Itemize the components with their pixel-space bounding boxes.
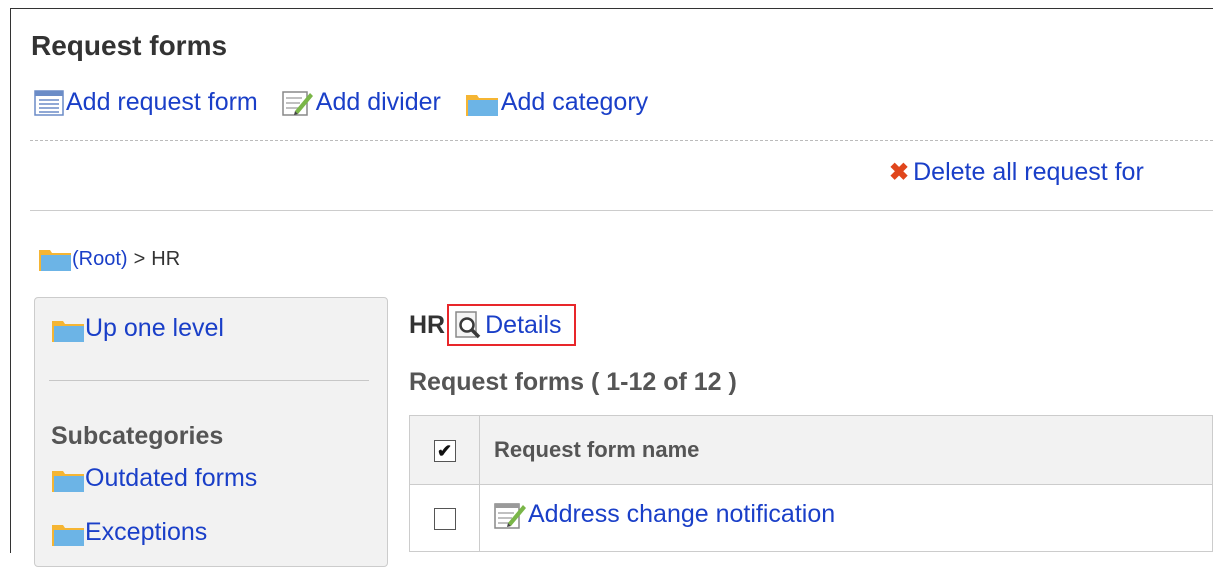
select-all-checkbox[interactable]: ✔ <box>433 440 456 463</box>
table-row: Address change notification <box>409 484 1213 552</box>
details-link[interactable]: Details <box>447 304 576 346</box>
row-checkbox[interactable] <box>433 507 456 530</box>
subcategory-label: Exceptions <box>85 518 208 546</box>
subcategories-heading: Subcategories <box>51 422 224 450</box>
page-title: Request forms <box>31 30 228 61</box>
up-one-level-label: Up one level <box>85 314 224 342</box>
request-forms-table: ✔ Request form name Address change notif… <box>409 415 1213 552</box>
request-form-name-header[interactable]: Request form name <box>479 415 1213 485</box>
add-divider-label: Add divider <box>315 88 441 116</box>
breadcrumb-root-label: (Root) <box>72 247 128 270</box>
sidebar-divider <box>49 380 369 381</box>
request-form-name-cell: Address change notification <box>479 484 1213 552</box>
folder-icon <box>465 94 498 116</box>
breadcrumb-separator: > <box>133 247 146 270</box>
up-one-level-link[interactable]: Up one level <box>51 314 224 343</box>
add-category-label: Add category <box>500 88 649 116</box>
category-heading: HR Details <box>409 304 576 346</box>
folder-icon <box>52 470 84 492</box>
add-divider-link[interactable]: Add divider <box>282 88 441 117</box>
magnifier-document-icon <box>455 311 481 339</box>
category-name: HR <box>409 310 446 339</box>
add-request-form-link[interactable]: Add request form <box>34 88 258 117</box>
request-forms-count: Request forms ( 1-12 of 12 ) <box>409 368 737 396</box>
request-form-link[interactable]: Address change notification <box>494 500 835 530</box>
add-category-link[interactable]: Add category <box>465 88 648 117</box>
row-checkbox-cell <box>409 484 480 552</box>
subcategory-exceptions-link[interactable]: Exceptions <box>51 518 207 547</box>
request-form-name: Address change notification <box>528 500 836 528</box>
delete-all-label: Delete all request for <box>913 158 1144 186</box>
toolbar-divider <box>30 140 1213 141</box>
add-request-form-label: Add request form <box>66 88 258 116</box>
details-label: Details <box>485 310 562 339</box>
section-divider <box>30 210 1213 211</box>
divider-edit-icon <box>282 90 313 116</box>
request-form-icon <box>34 89 64 116</box>
subcategory-label: Outdated forms <box>85 464 258 492</box>
breadcrumb: (Root) > HR <box>38 246 180 272</box>
category-sidebar: Up one level Subcategories Outdated form… <box>34 297 388 567</box>
table-header-row: ✔ Request form name <box>409 415 1213 485</box>
breadcrumb-current: HR <box>151 247 181 270</box>
folder-icon <box>52 524 84 546</box>
delete-x-icon: ✖ <box>889 159 910 186</box>
select-all-header: ✔ <box>409 415 480 485</box>
delete-all-request-forms-link[interactable]: ✖ Delete all request for <box>889 158 1144 187</box>
folder-icon <box>39 250 71 271</box>
form-edit-icon <box>494 502 526 529</box>
breadcrumb-root-link[interactable]: (Root) <box>38 246 128 272</box>
toolbar: Add request form Add divider Add categor… <box>34 88 672 117</box>
subcategory-outdated-forms-link[interactable]: Outdated forms <box>51 464 257 493</box>
folder-icon <box>52 320 84 342</box>
